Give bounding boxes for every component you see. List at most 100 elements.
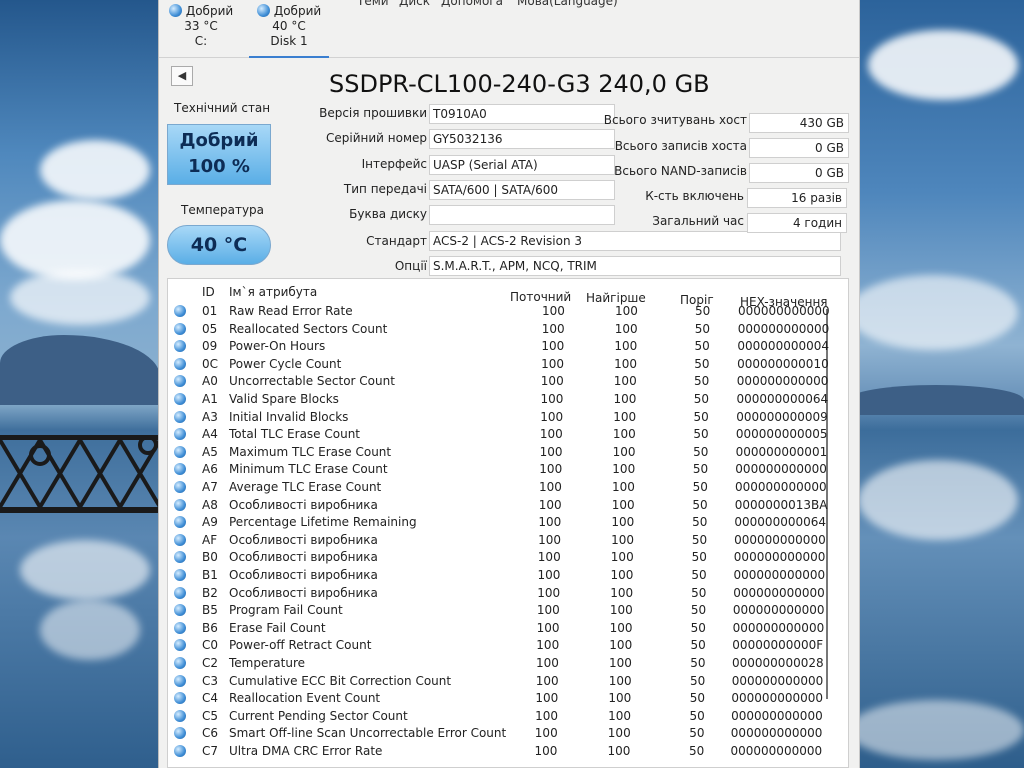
cell-worst: 100 <box>611 497 635 512</box>
cell-current: 100 <box>538 532 561 547</box>
cell-worst: 100 <box>611 532 634 547</box>
cell-id: A8 <box>202 497 218 512</box>
table-row[interactable]: B0 Особливості виробника 100 100 50 000000000… <box>168 549 848 567</box>
cell-worst: 100 <box>608 691 632 706</box>
cell-current: 100 <box>535 708 558 723</box>
cell-id: 05 <box>202 321 218 336</box>
table-row[interactable]: A0 Uncorrectable Sector Count 100 100 50 0000… <box>168 373 848 391</box>
table-row[interactable]: A1 Valid Spare Blocks 100 100 50 000000000064 <box>168 391 848 409</box>
table-row[interactable]: 05 Reallocated Sectors Count 100 100 50 00000… <box>168 321 848 339</box>
table-row[interactable]: A8 Особливості виробника 100 100 50 000000001… <box>168 497 848 515</box>
cell-current: 100 <box>541 321 565 336</box>
drive-title: SSDPR-CL100-240-G3 240,0 GB <box>329 70 710 98</box>
cell-attribute-name: Reallocated Sectors Count <box>229 321 388 336</box>
table-row[interactable]: B6 Erase Fail Count 100 100 50 000000000000 <box>168 620 848 638</box>
col-header-name[interactable]: Ім`я атрибута <box>229 285 317 299</box>
table-row[interactable]: C2 Temperature 100 100 50 000000000028 <box>168 655 848 673</box>
health-label: Технічний стан <box>174 101 271 115</box>
serial-label: Серійний номер <box>325 131 427 145</box>
status-dot-icon <box>174 533 186 546</box>
cell-worst: 100 <box>610 550 634 565</box>
smart-attributes-table[interactable]: ID Ім`я атрибута Поточний Найгірше Поріг… <box>167 278 849 768</box>
table-row[interactable]: A9 Percentage Lifetime Remaining 100 100 50 0… <box>168 514 848 532</box>
disk-tab-c[interactable]: Добрий 33 °C C: <box>161 4 241 49</box>
table-row[interactable]: B2 Особливості виробника 100 100 50 000000000… <box>168 585 848 603</box>
col-header-current[interactable]: Поточний <box>510 290 571 304</box>
features-field: S.M.A.R.T., APM, NCQ, TRIM <box>429 256 841 276</box>
col-header-id[interactable]: ID <box>202 285 215 299</box>
cell-worst: 100 <box>609 603 633 618</box>
health-status-badge[interactable]: Добрий 100 % <box>167 124 271 185</box>
cell-raw: 000000000000 <box>736 374 829 389</box>
cell-current: 100 <box>537 568 561 582</box>
cell-current: 100 <box>537 585 561 600</box>
disk-tab-status: Добрий <box>273 4 322 18</box>
cell-id: C5 <box>202 708 219 723</box>
cell-worst: 100 <box>610 568 634 582</box>
cell-current: 100 <box>539 444 563 459</box>
cell-attribute-name: Valid Spare Blocks <box>229 392 339 406</box>
table-row[interactable]: B5 Program Fail Count 100 100 50 000000000000 <box>168 602 848 620</box>
cell-id: C6 <box>202 726 219 741</box>
status-dot-icon <box>174 674 186 687</box>
cell-threshold: 50 <box>690 638 706 653</box>
cell-id: A7 <box>202 480 218 494</box>
cell-current: 100 <box>535 673 559 688</box>
disk-tab-temp: 40 °C <box>272 19 306 33</box>
disk-tab-name: Disk 1 <box>270 34 308 48</box>
cell-attribute-name: Power-off Retract Count <box>229 638 372 653</box>
cell-threshold: 50 <box>691 568 707 582</box>
status-dot-icon <box>174 428 186 441</box>
cell-current: 100 <box>541 339 565 354</box>
firmware-label: Версія прошивки <box>319 106 427 120</box>
status-dot-icon <box>174 340 186 353</box>
cell-worst: 100 <box>613 374 637 389</box>
table-row[interactable]: A7 Average TLC Erase Count 100 100 50 0000000… <box>168 479 848 497</box>
cell-current: 100 <box>539 480 562 494</box>
cell-current: 100 <box>534 744 558 758</box>
cell-worst: 100 <box>610 585 634 600</box>
cell-attribute-name: Minimum TLC Erase Count <box>229 462 388 477</box>
table-row[interactable]: C4 Reallocation Event Count 100 100 50 000000… <box>168 690 848 708</box>
table-row[interactable]: 09 Power-On Hours 100 100 50 000000000004 <box>168 338 848 356</box>
cell-threshold: 50 <box>689 744 705 758</box>
cell-worst: 100 <box>613 392 637 406</box>
table-row[interactable]: B1 Особливості виробника 100 100 50 000000000… <box>168 567 848 585</box>
table-row[interactable]: A6 Minimum TLC Erase Count 100 100 50 0000000… <box>168 461 848 479</box>
cell-threshold: 50 <box>693 392 710 406</box>
table-row[interactable]: A3 Initial Invalid Blocks 100 100 50 00000000… <box>168 409 848 427</box>
cloud-reflection <box>858 460 1018 540</box>
cell-attribute-name: Raw Read Error Rate <box>229 304 353 318</box>
disk-tab-disk1[interactable]: Добрий 40 °C Disk 1 <box>249 4 329 58</box>
table-row[interactable]: AF Особливості виробника 100 100 50 000000000… <box>168 532 848 550</box>
transfer-field: SATA/600 | SATA/600 <box>429 180 615 200</box>
cell-worst: 100 <box>609 638 633 653</box>
cell-current: 100 <box>541 356 564 371</box>
table-row[interactable]: C0 Power-off Retract Count 100 100 50 0000000… <box>168 637 848 655</box>
cell-attribute-name: Uncorrectable Sector Count <box>229 374 395 389</box>
temperature-badge[interactable]: 40 °C <box>167 225 271 265</box>
table-row[interactable]: C6 Smart Off-line Scan Uncorrectable Erro… <box>168 725 848 743</box>
nand-writes-label: Всього NAND-записів <box>614 164 747 178</box>
table-row[interactable]: C3 Cumulative ECC Bit Correction Count 100… <box>168 673 848 691</box>
table-row[interactable]: 01 Raw Read Error Rate 100 100 50 00000000000… <box>168 303 848 321</box>
cell-worst: 100 <box>614 339 638 354</box>
cell-raw: 000000000005 <box>735 427 828 442</box>
back-button[interactable]: ◀ <box>171 66 193 86</box>
status-dot-icon <box>174 709 186 722</box>
cell-attribute-name: Smart Off-line Scan Uncorrectable Error … <box>229 726 507 741</box>
table-row[interactable]: A5 Maximum TLC Erase Count 100 100 50 0000000… <box>168 444 848 462</box>
table-row[interactable]: 0C Power Cycle Count 100 100 50 000000000010 <box>168 356 848 374</box>
status-dot-icon <box>174 745 186 757</box>
cloud-reflection <box>40 600 140 660</box>
cell-raw: 000000000064 <box>734 515 827 530</box>
cloud <box>848 275 1018 350</box>
features-label: Опції <box>394 259 427 273</box>
cell-attribute-name: Особливості виробника <box>229 550 378 565</box>
status-dot-icon <box>174 692 186 705</box>
table-row[interactable]: C5 Current Pending Sector Count 100 100 50 00… <box>168 708 848 726</box>
cell-raw: 000000000001 <box>735 444 828 459</box>
table-row[interactable]: C7 Ultra DMA CRC Error Rate 100 100 50 000000… <box>168 743 848 761</box>
cell-current: 100 <box>540 392 564 406</box>
table-row[interactable]: A4 Total TLC Erase Count 100 100 50 000000000… <box>168 426 848 444</box>
